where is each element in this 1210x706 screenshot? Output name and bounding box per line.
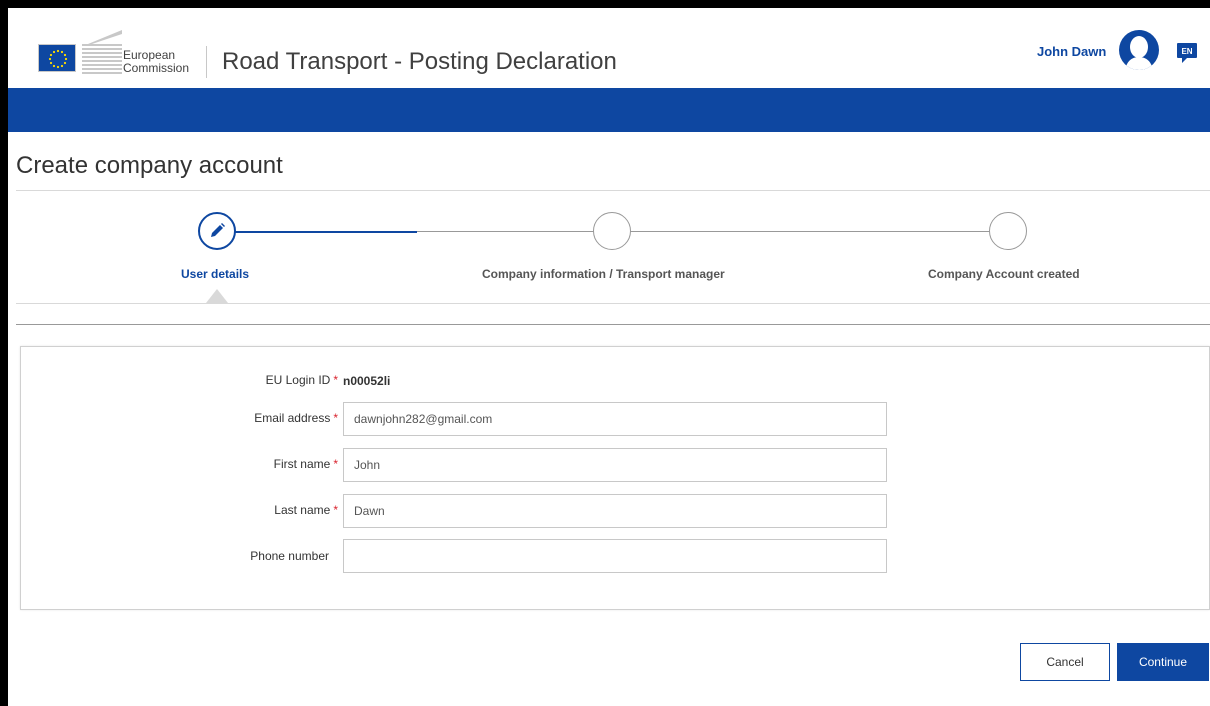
eu-login-id-value: n00052li xyxy=(343,374,391,388)
page-title: Create company account xyxy=(16,152,283,179)
first-name-label-text: First name xyxy=(273,457,331,471)
user-name-link[interactable]: John Dawn xyxy=(1037,44,1106,59)
language-selector-icon[interactable]: EN xyxy=(1176,42,1198,63)
eu-login-id-label-text: EU Login ID xyxy=(265,373,331,387)
logo-text: European Commission xyxy=(123,49,189,75)
active-step-pointer xyxy=(206,289,228,303)
step-2-label: Company information / Transport manager xyxy=(482,267,725,281)
commission-building-icon xyxy=(82,30,122,74)
step-1-indicator xyxy=(198,212,236,250)
language-code: EN xyxy=(1181,47,1192,56)
stepper-progress-line xyxy=(235,231,417,233)
eu-flag-icon xyxy=(38,44,76,72)
email-label: Email address * xyxy=(254,411,338,425)
email-label-text: Email address xyxy=(254,411,331,425)
cancel-button[interactable]: Cancel xyxy=(1020,643,1110,681)
first-name-label: First name * xyxy=(274,457,338,471)
step-3-label: Company Account created xyxy=(928,267,1080,281)
first-name-field[interactable] xyxy=(343,448,887,482)
last-name-field[interactable] xyxy=(343,494,887,528)
logo-line-2: Commission xyxy=(123,61,190,75)
required-marker: * xyxy=(333,411,338,425)
step-1-label: User details xyxy=(181,267,250,281)
last-name-label-text: Last name xyxy=(274,503,331,517)
required-marker: * xyxy=(333,457,338,471)
app-title: Road Transport - Posting Declaration xyxy=(222,48,617,75)
pencil-icon xyxy=(211,223,225,237)
step-3-indicator xyxy=(989,212,1027,250)
eu-login-id-label: EU Login ID * xyxy=(266,373,338,387)
user-avatar-icon[interactable] xyxy=(1119,30,1159,70)
site-header: European Commission Road Transport - Pos… xyxy=(8,8,1210,88)
app-window: European Commission Road Transport - Pos… xyxy=(8,8,1210,706)
last-name-label: Last name * xyxy=(274,503,338,517)
header-divider xyxy=(206,46,207,78)
phone-number-label: Phone number xyxy=(250,549,329,563)
user-details-form: EU Login ID* n00052li Email address* Fir… xyxy=(20,346,1210,610)
continue-button[interactable]: Continue xyxy=(1117,643,1209,681)
title-divider xyxy=(16,190,1210,191)
phone-number-field[interactable] xyxy=(343,539,887,573)
email-field[interactable] xyxy=(343,402,887,436)
required-marker: * xyxy=(333,503,338,517)
stepper-divider xyxy=(16,303,1210,304)
european-commission-logo[interactable] xyxy=(38,30,122,82)
required-marker: * xyxy=(333,373,338,387)
section-divider xyxy=(16,324,1210,325)
navigation-bar xyxy=(8,88,1210,132)
step-2-indicator xyxy=(593,212,631,250)
stepper-track-line xyxy=(417,231,992,232)
